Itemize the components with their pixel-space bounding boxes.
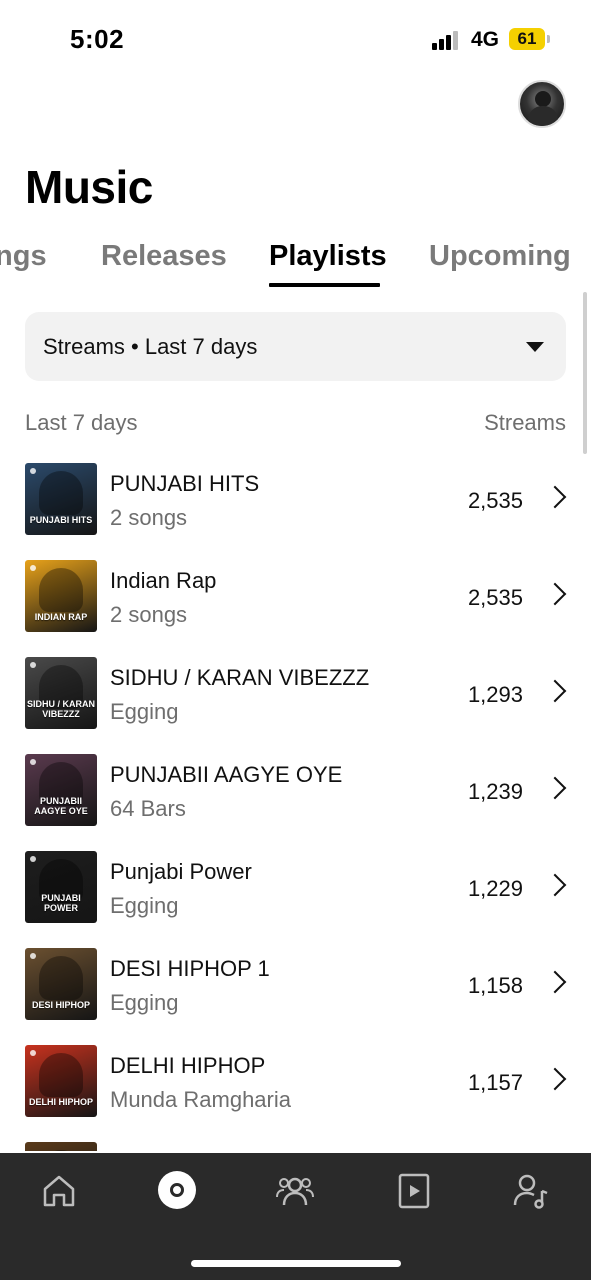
playlist-cover-image: DESI HIPHOP — [25, 948, 97, 1020]
network-type: 4G — [471, 28, 500, 51]
playlist-cover-image: INDIAN RAP — [25, 560, 97, 632]
music-disc-icon[interactable] — [158, 1171, 196, 1209]
spotify-logo-icon — [30, 856, 36, 862]
home-icon[interactable] — [39, 1171, 79, 1211]
stream-count: 2,535 — [467, 488, 523, 513]
cover-caption: DELHI HIPHOP — [28, 1097, 93, 1107]
playlist-subtitle: Egging — [110, 990, 179, 1015]
playlist-subtitle: Egging — [110, 893, 179, 918]
stream-count: 1,229 — [467, 876, 523, 901]
page-title: Music — [25, 161, 153, 213]
tab-upcoming[interactable]: Upcoming — [429, 240, 571, 273]
playlist-row[interactable]: PUNJABI POWER Punjabi Power Egging 1,229 — [0, 839, 591, 936]
cover-caption: SIDHU / KARAN VIBEZZZ — [27, 699, 96, 719]
cover-caption: PUNJABII AAGYE OYE — [34, 796, 88, 816]
chevron-right-icon[interactable] — [543, 970, 567, 994]
chevron-right-icon[interactable] — [543, 679, 567, 703]
tab-playlists[interactable]: Playlists — [269, 240, 387, 273]
chevron-right-icon[interactable] — [543, 582, 567, 606]
playlist-subtitle: 2 songs — [110, 602, 188, 627]
cover-figure — [39, 956, 83, 1000]
active-tab-indicator — [269, 283, 380, 287]
stream-count: 1,157 — [467, 1070, 523, 1095]
playlist-row[interactable]: PUNJABI HITS PUNJABI HITS 2 songs 2,535 — [0, 451, 591, 548]
playlist-title: PUNJABII AAGYE OYE — [110, 762, 343, 787]
playlist-list: PUNJABI HITS PUNJABI HITS 2 songs 2,535 … — [0, 451, 591, 1151]
streams-period-dropdown[interactable]: Streams • Last 7 days — [25, 312, 566, 381]
list-header-period: Last 7 days — [25, 410, 138, 435]
scrollbar[interactable] — [583, 292, 587, 454]
home-indicator[interactable] — [191, 1260, 401, 1267]
disc-center — [170, 1183, 184, 1197]
chevron-right-icon[interactable] — [543, 776, 567, 800]
playlist-row-partial[interactable] — [0, 1130, 591, 1151]
playlist-row[interactable]: DESI HIPHOP DESI HIPHOP 1 Egging 1,158 — [0, 936, 591, 1033]
playlist-cover-image — [25, 1142, 97, 1151]
spotify-logo-icon — [30, 468, 36, 474]
dropdown-label: Streams • Last 7 days — [43, 334, 258, 359]
playlist-title: DELHI HIPHOP — [110, 1053, 266, 1078]
artist-icon[interactable] — [512, 1171, 552, 1211]
list-header-metric: Streams — [484, 410, 566, 435]
spotify-logo-icon — [30, 1050, 36, 1056]
playlist-row[interactable]: SIDHU / KARAN VIBEZZZ SIDHU / KARAN VIBE… — [0, 645, 591, 742]
stream-count: 2,535 — [467, 585, 523, 610]
playlist-title: PUNJABI HITS — [110, 471, 260, 496]
audience-icon[interactable] — [275, 1171, 315, 1211]
playlist-row[interactable]: PUNJABII AAGYE OYE PUNJABII AAGYE OYE 64… — [0, 742, 591, 839]
playlist-subtitle: 64 Bars — [110, 796, 186, 821]
spotify-logo-icon — [30, 662, 36, 668]
chevron-right-icon[interactable] — [543, 485, 567, 509]
cellular-signal-icon — [432, 30, 462, 50]
playlist-subtitle: Munda Ramgharia — [110, 1087, 291, 1112]
playlist-title: SIDHU / KARAN VIBEZZZ — [110, 665, 370, 690]
spotify-logo-icon — [30, 759, 36, 765]
spotify-logo-icon — [30, 953, 36, 959]
profile-avatar[interactable] — [518, 80, 566, 128]
cover-figure — [39, 1150, 83, 1151]
playlist-cover-image: PUNJABII AAGYE OYE — [25, 754, 97, 826]
video-icon[interactable] — [394, 1171, 434, 1211]
stream-count: 1,293 — [467, 682, 523, 707]
avatar-body — [528, 106, 558, 126]
tab-bar: Songs Releases Playlists Upcoming — [0, 236, 591, 292]
playlist-row[interactable]: DELHI HIPHOP DELHI HIPHOP Munda Ramghari… — [0, 1033, 591, 1130]
cover-figure — [39, 471, 83, 515]
avatar-head — [535, 91, 551, 107]
cover-caption: INDIAN RAP — [34, 612, 88, 622]
tab-songs[interactable]: Songs — [0, 240, 47, 273]
playlist-title: Indian Rap — [110, 568, 217, 593]
playlist-title: DESI HIPHOP 1 — [110, 956, 270, 981]
playlist-subtitle: 2 songs — [110, 505, 188, 530]
cover-figure — [39, 1053, 83, 1097]
status-bar: 5:02 4G 61 — [0, 0, 591, 80]
playlist-row[interactable]: INDIAN RAP Indian Rap 2 songs 2,535 — [0, 548, 591, 645]
playlist-title: Punjabi Power — [110, 859, 252, 884]
chevron-right-icon[interactable] — [543, 1067, 567, 1091]
spotify-logo-icon — [30, 565, 36, 571]
status-time: 5:02 — [70, 24, 125, 54]
battery-icon: 61 — [509, 28, 545, 50]
playlist-cover-image: DELHI HIPHOP — [25, 1045, 97, 1117]
caret-down-icon — [526, 342, 544, 352]
stream-count: 1,158 — [467, 973, 523, 998]
stream-count: 1,239 — [467, 779, 523, 804]
playlist-cover-image: PUNJABI HITS — [25, 463, 97, 535]
chevron-right-icon[interactable] — [543, 873, 567, 897]
playlist-subtitle: Egging — [110, 699, 179, 724]
playlist-cover-image: PUNJABI POWER — [25, 851, 97, 923]
cover-figure — [39, 568, 83, 612]
cover-caption: DESI HIPHOP — [31, 1000, 90, 1010]
cover-caption: PUNJABI POWER — [41, 893, 81, 913]
cover-caption: PUNJABI HITS — [29, 515, 93, 525]
battery-tip — [547, 35, 550, 43]
playlist-cover-image: SIDHU / KARAN VIBEZZZ — [25, 657, 97, 729]
tab-releases[interactable]: Releases — [101, 240, 227, 273]
